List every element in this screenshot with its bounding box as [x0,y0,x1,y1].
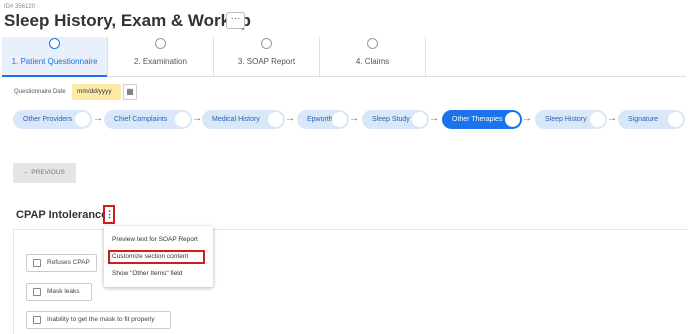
more-options-button[interactable]: ··· [226,12,245,29]
section-label: Sleep Study [372,116,410,123]
step-circle-icon [49,38,60,49]
toggle-knob-icon [75,112,90,127]
checkbox-label: Inability to get the mask to fit properl… [47,316,155,323]
toggle-knob-icon [268,112,283,127]
menu-item-preview-soap[interactable]: Preview text for SOAP Report [112,236,198,243]
record-id: ID# 356120 [4,4,36,10]
section-label: Signature [628,116,658,123]
section-label: Chief Complaints [114,116,168,123]
step-circle-icon [367,38,378,49]
section-label: Other Providers [23,116,73,123]
checkbox-mask-leaks[interactable]: Mask leaks [26,283,92,301]
step-soap-report[interactable]: 3. SOAP Report [214,37,319,77]
arrow-right-icon: → [349,113,359,124]
toggle-knob-icon [505,112,520,127]
section-sleep-study[interactable]: Sleep Study [362,110,429,129]
questionnaire-date-input[interactable]: mm/dd/yyyy [72,84,121,100]
checkbox-icon[interactable] [33,259,41,267]
toggle-knob-icon [590,112,605,127]
toggle-knob-icon [412,112,427,127]
step-label: 4. Claims [355,57,390,66]
kebab-menu-icon[interactable]: ⋮ [103,205,115,224]
checkbox-refuses-cpap[interactable]: Refuses CPAP [26,254,97,272]
section-signature[interactable]: Signature [618,110,685,129]
checkbox-mask-fit[interactable]: Inability to get the mask to fit properl… [26,311,171,329]
step-divider [425,37,426,77]
section-epworth[interactable]: Epworth [297,110,349,129]
step-circle-icon [155,38,166,49]
questionnaire-date-label: Questionnaire Date [14,89,66,95]
section-label: Other Therapies [452,116,503,123]
page-title: Sleep History, Exam & Workup [4,11,251,30]
toggle-knob-icon [668,112,683,127]
menu-item-show-other-items[interactable]: Show "Other Items" field [112,270,182,277]
step-divider [213,37,214,77]
step-divider [107,37,108,77]
previous-button[interactable]: ← PREVIOUS [13,163,76,183]
section-sleep-history[interactable]: Sleep History [535,110,607,129]
checkbox-label: Refuses CPAP [47,259,90,266]
workflow-steps: 1. Patient Questionnaire 2. Examination … [2,37,686,77]
section-heading: CPAP Intolerance [16,209,108,221]
checkbox-icon[interactable] [33,288,41,296]
step-examination[interactable]: 2. Examination [108,37,213,77]
calendar-icon[interactable]: ▦ [123,84,137,100]
step-circle-icon [261,38,272,49]
toggle-knob-icon [332,112,347,127]
arrow-right-icon: → [285,113,295,124]
menu-item-customize-section[interactable]: Customize section content [112,253,188,260]
step-label: 1. Patient Questionnaire [11,57,98,66]
section-other-providers[interactable]: Other Providers [13,110,92,129]
section-chief-complaints[interactable]: Chief Complaints [104,110,192,129]
step-patient-questionnaire[interactable]: 1. Patient Questionnaire [2,37,107,77]
section-label: Epworth [307,116,333,123]
checkbox-label: Mask leaks [47,288,80,295]
arrow-right-icon: → [607,113,617,124]
section-medical-history[interactable]: Medical History [202,110,285,129]
arrow-right-icon: → [429,113,439,124]
context-menu: Preview text for SOAP Report Customize s… [104,226,213,287]
section-label: Medical History [212,116,260,123]
arrow-right-icon: → [522,113,532,124]
section-label: Sleep History [545,116,587,123]
step-label: 2. Examination [134,57,187,66]
section-other-therapies[interactable]: Other Therapies [442,110,522,129]
step-label: 3. SOAP Report [237,57,296,66]
step-divider [319,37,320,77]
toggle-knob-icon [175,112,190,127]
arrow-right-icon: → [192,113,202,124]
step-claims[interactable]: 4. Claims [320,37,425,77]
arrow-right-icon: → [93,113,103,124]
checkbox-icon[interactable] [33,316,41,324]
